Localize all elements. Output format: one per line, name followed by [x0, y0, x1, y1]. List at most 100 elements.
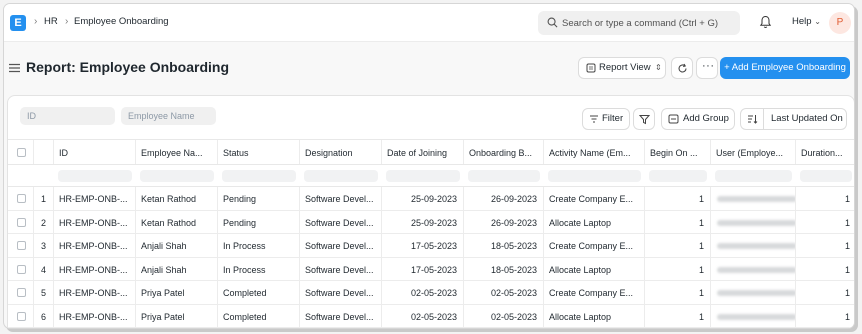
- row-number[interactable]: 2: [34, 210, 54, 233]
- cell-duration[interactable]: 1: [796, 305, 854, 328]
- cell-id[interactable]: HR-EMP-ONB-...: [54, 304, 136, 327]
- breadcrumb-hr[interactable]: HR: [44, 16, 58, 27]
- column-user[interactable]: User (Employe...: [711, 140, 796, 164]
- column-id[interactable]: ID: [54, 140, 136, 164]
- cell-user[interactable]: [711, 304, 796, 327]
- status-column-filter[interactable]: [222, 170, 296, 182]
- cell-id[interactable]: HR-EMP-ONB-...: [54, 257, 136, 280]
- column-activity-name[interactable]: Activity Name (Em...: [544, 140, 645, 164]
- select-all-checkbox[interactable]: [17, 148, 26, 157]
- row-checkbox[interactable]: [17, 311, 26, 321]
- cell-id[interactable]: HR-EMP-ONB-...: [54, 187, 136, 210]
- cell-date-of-joining[interactable]: 25-09-2023: [382, 210, 464, 233]
- cell-employee-name[interactable]: Priya Patel: [136, 281, 218, 304]
- table-row[interactable]: 1 HR-EMP-ONB-... Ketan Rathod Pending Softwa…: [8, 187, 854, 211]
- column-status[interactable]: Status: [218, 140, 300, 164]
- more-actions-button[interactable]: ···: [696, 57, 718, 79]
- cell-user[interactable]: [711, 234, 796, 257]
- user-column-filter[interactable]: [715, 170, 792, 182]
- cell-duration[interactable]: 1: [796, 234, 854, 257]
- cell-id[interactable]: HR-EMP-ONB-...: [54, 281, 136, 304]
- column-onboarding-begins[interactable]: Onboarding B...: [464, 140, 544, 164]
- cell-user[interactable]: [711, 281, 796, 304]
- employee-name-filter-input[interactable]: Employee Name: [121, 107, 216, 125]
- cell-duration[interactable]: 1: [796, 211, 854, 234]
- add-employee-onboarding-button[interactable]: + Add Employee Onboarding: [720, 57, 850, 79]
- cell-date-of-joining[interactable]: 02-05-2023: [382, 304, 464, 327]
- cell-date-of-joining[interactable]: 02-05-2023: [382, 281, 464, 304]
- cell-activity-name[interactable]: Create Company E...: [544, 234, 645, 257]
- filter-button[interactable]: Filter: [582, 108, 630, 130]
- row-checkbox[interactable]: [17, 217, 26, 227]
- bell-icon[interactable]: [759, 15, 772, 29]
- column-duration[interactable]: Duration...: [796, 140, 854, 164]
- cell-designation[interactable]: Software Devel...: [300, 234, 382, 257]
- cell-date-of-joining[interactable]: 25-09-2023: [382, 187, 464, 210]
- cell-begin-on[interactable]: 1: [645, 210, 711, 233]
- id-column-filter[interactable]: [58, 170, 132, 182]
- name-column-filter[interactable]: [140, 170, 214, 182]
- cell-designation[interactable]: Software Devel...: [300, 257, 382, 280]
- table-row[interactable]: 6 HR-EMP-ONB-... Priya Patel Completed Softw…: [8, 304, 854, 328]
- cell-user[interactable]: [711, 187, 796, 210]
- table-row[interactable]: 5 HR-EMP-ONB-... Priya Patel Completed Softw…: [8, 281, 854, 305]
- cell-activity-name[interactable]: Allocate Laptop: [544, 304, 645, 327]
- cell-designation[interactable]: Software Devel...: [300, 281, 382, 304]
- table-row[interactable]: 4 HR-EMP-ONB-... Anjali Shah In Process Soft…: [8, 257, 854, 281]
- cell-id[interactable]: HR-EMP-ONB-...: [54, 234, 136, 257]
- row-number[interactable]: 5: [34, 281, 54, 304]
- breadcrumb-employee-onboarding[interactable]: Employee Onboarding: [74, 16, 169, 27]
- cell-begin-on[interactable]: 1: [645, 234, 711, 257]
- cell-activity-name[interactable]: Create Company E...: [544, 187, 645, 210]
- cell-onboarding-begins[interactable]: 26-09-2023: [464, 210, 544, 233]
- cell-activity-name[interactable]: Allocate Laptop: [544, 210, 645, 233]
- cell-employee-name[interactable]: Priya Patel: [136, 304, 218, 327]
- cell-onboarding-begins[interactable]: 18-05-2023: [464, 257, 544, 280]
- cell-onboarding-begins[interactable]: 26-09-2023: [464, 187, 544, 210]
- cell-begin-on[interactable]: 1: [645, 257, 711, 280]
- cell-designation[interactable]: Software Devel...: [300, 304, 382, 327]
- cell-begin-on[interactable]: 1: [645, 281, 711, 304]
- doj-column-filter[interactable]: [386, 170, 460, 182]
- sort-selector[interactable]: Last Updated On: [740, 108, 847, 130]
- cell-duration[interactable]: 1: [796, 187, 854, 210]
- row-checkbox[interactable]: [17, 241, 26, 250]
- cell-employee-name[interactable]: Ketan Rathod: [136, 187, 218, 210]
- cell-user[interactable]: [711, 210, 796, 233]
- cell-date-of-joining[interactable]: 17-05-2023: [382, 257, 464, 280]
- row-number[interactable]: 4: [34, 257, 54, 280]
- activity-column-filter[interactable]: [548, 170, 641, 182]
- app-logo[interactable]: E: [10, 15, 26, 31]
- cell-status[interactable]: In Process: [218, 234, 300, 257]
- cell-employee-name[interactable]: Anjali Shah: [136, 257, 218, 280]
- cell-status[interactable]: Pending: [218, 210, 300, 233]
- cell-designation[interactable]: Software Devel...: [300, 187, 382, 210]
- column-employee-name[interactable]: Employee Na...: [136, 140, 218, 164]
- cell-onboarding-begins[interactable]: 02-05-2023: [464, 281, 544, 304]
- row-checkbox[interactable]: [17, 288, 26, 297]
- report-view-selector[interactable]: Report View ⇕: [578, 57, 666, 79]
- column-begin-on[interactable]: Begin On ...: [645, 140, 711, 164]
- cell-designation[interactable]: Software Devel...: [300, 210, 382, 233]
- table-row[interactable]: 3 HR-EMP-ONB-... Anjali Shah In Process Soft…: [8, 234, 854, 258]
- cell-user[interactable]: [711, 257, 796, 280]
- cell-date-of-joining[interactable]: 17-05-2023: [382, 234, 464, 257]
- table-row[interactable]: 2 HR-EMP-ONB-... Ketan Rathod Pending Softwa…: [8, 210, 854, 234]
- cell-duration[interactable]: 1: [796, 281, 854, 304]
- onboarding-column-filter[interactable]: [468, 170, 540, 182]
- cell-employee-name[interactable]: Anjali Shah: [136, 234, 218, 257]
- cell-status[interactable]: In Process: [218, 257, 300, 280]
- cell-onboarding-begins[interactable]: 02-05-2023: [464, 304, 544, 327]
- search-input[interactable]: Search or type a command (Ctrl + G): [538, 11, 740, 35]
- cell-status[interactable]: Completed: [218, 281, 300, 304]
- avatar[interactable]: P: [829, 12, 851, 34]
- add-group-button[interactable]: Add Group: [661, 108, 735, 130]
- cell-id[interactable]: HR-EMP-ONB-...: [54, 210, 136, 233]
- refresh-button[interactable]: [671, 57, 693, 79]
- cell-begin-on[interactable]: 1: [645, 304, 711, 327]
- cell-activity-name[interactable]: Create Company E...: [544, 281, 645, 304]
- cell-employee-name[interactable]: Ketan Rathod: [136, 210, 218, 233]
- cell-onboarding-begins[interactable]: 18-05-2023: [464, 234, 544, 257]
- row-checkbox[interactable]: [17, 264, 26, 274]
- column-designation[interactable]: Designation: [300, 140, 382, 164]
